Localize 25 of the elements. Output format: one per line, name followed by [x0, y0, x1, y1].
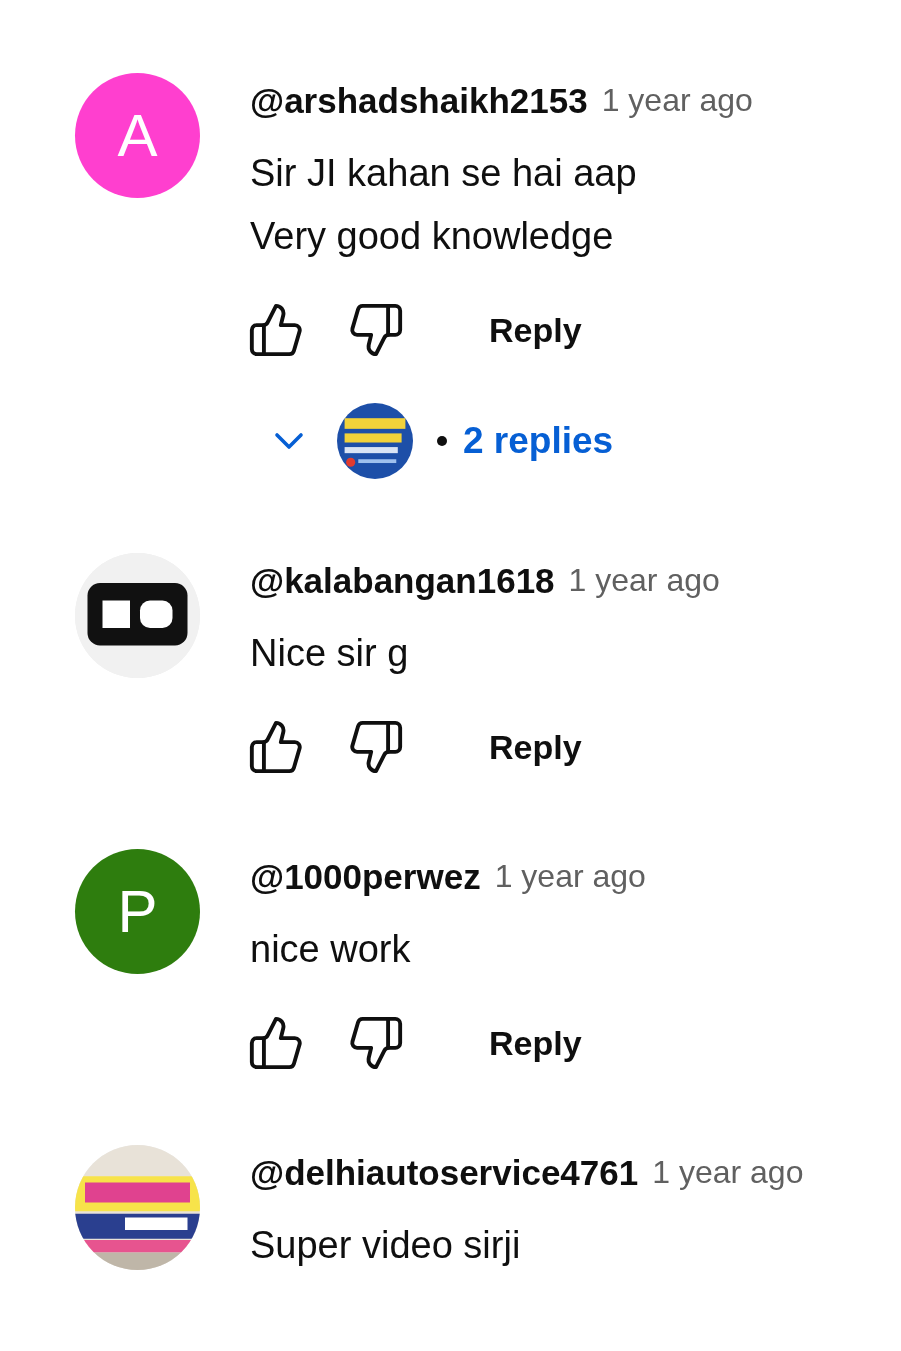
avatar[interactable]: P: [75, 849, 200, 974]
author-name[interactable]: @kalabangan1618: [250, 560, 555, 601]
dislike-icon[interactable]: [347, 1014, 405, 1072]
dislike-icon[interactable]: [347, 718, 405, 776]
comment-time[interactable]: 1 year ago: [568, 562, 720, 599]
separator-dot: [437, 436, 447, 446]
comment-time[interactable]: 1 year ago: [494, 858, 646, 895]
author-name[interactable]: @delhiautoservice4761: [250, 1152, 639, 1193]
comment-text: Very good knowledge: [250, 214, 615, 259]
comment-time[interactable]: 1 year ago: [601, 82, 753, 119]
comment-text: nice work: [250, 927, 412, 972]
comment-text: Super video sirji: [250, 1223, 522, 1268]
like-icon[interactable]: [247, 718, 305, 776]
like-icon[interactable]: [247, 1014, 305, 1072]
comment-text: Nice sir g: [250, 631, 410, 676]
author-name[interactable]: @arshadshaikh2153: [250, 80, 588, 121]
replies-button[interactable]: 2 replies: [463, 420, 614, 462]
dislike-icon[interactable]: [347, 301, 405, 359]
reply-button[interactable]: Reply: [489, 310, 582, 350]
reply-button[interactable]: Reply: [489, 1023, 582, 1063]
comment-text: Sir JI kahan se hai aap: [250, 151, 638, 196]
like-icon[interactable]: [247, 301, 305, 359]
reply-button[interactable]: Reply: [489, 727, 582, 767]
author-name[interactable]: @1000perwez: [250, 856, 481, 897]
comment-time[interactable]: 1 year ago: [652, 1154, 804, 1191]
